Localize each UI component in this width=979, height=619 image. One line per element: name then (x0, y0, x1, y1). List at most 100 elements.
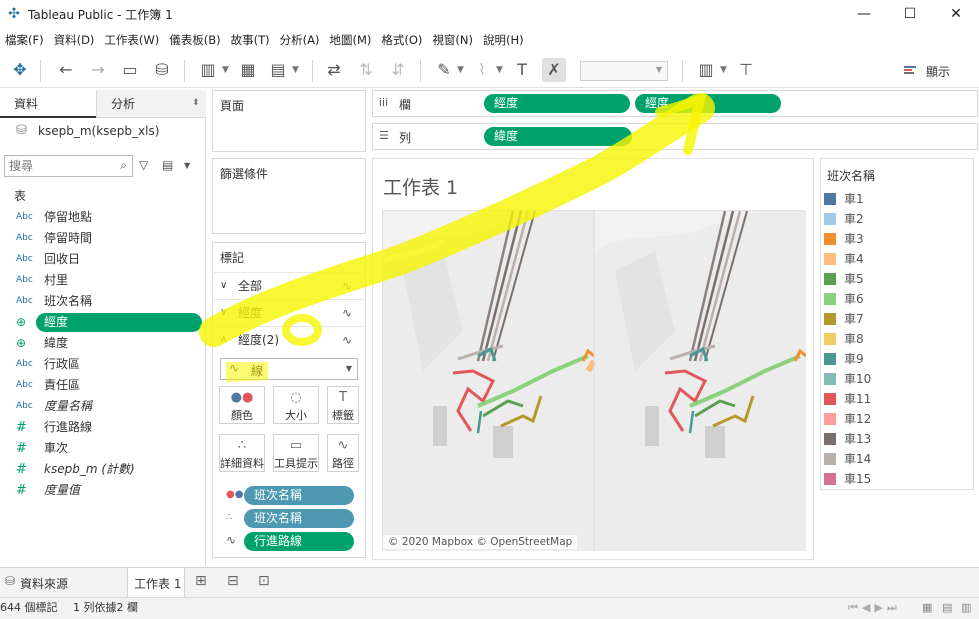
field-item[interactable]: ⊕ 經度 (0, 312, 206, 333)
chevron-down-icon[interactable]: ▼ (720, 58, 727, 82)
chevron-updown-icon[interactable]: ⬍ (192, 98, 200, 108)
chevron-down-icon[interactable]: ▼ (222, 58, 229, 82)
search-input-wrapper[interactable]: ⌕ (4, 155, 133, 177)
clear-sheet-icon[interactable]: ▤ (266, 58, 290, 82)
mark-type-select[interactable]: ∿ 線 ▼ (220, 358, 358, 380)
marks-all-row[interactable]: ∨ 全部 ∿ (214, 272, 364, 298)
legend-item[interactable]: 車2 (824, 209, 964, 229)
label-button[interactable]: T 標籤 (327, 386, 359, 424)
redo-icon[interactable]: → (86, 58, 110, 82)
new-worksheet-icon[interactable]: ▥ (196, 58, 220, 82)
color-button[interactable]: ●● 顏色 (219, 386, 265, 424)
group-members-icon[interactable]: ⌇ (470, 58, 494, 82)
menu-worksheet[interactable]: 工作表(W) (99, 30, 164, 50)
legend-item[interactable]: 車12 (824, 409, 964, 429)
view-options-icon[interactable]: ▤ (162, 158, 173, 172)
field-item[interactable]: Abc 停留地點 (0, 207, 206, 228)
filter-icon[interactable]: ▽ (139, 158, 148, 172)
fix-axes-icon[interactable]: ✗ (542, 58, 566, 82)
field-item[interactable]: Abc 停留時間 (0, 228, 206, 249)
detail-button[interactable]: ∴ 詳細資料 (219, 434, 265, 472)
swap-rows-columns-icon[interactable]: ⇄ (322, 58, 346, 82)
sheet-sorter-icon[interactable]: ▦ (922, 598, 932, 618)
legend-item[interactable]: 車3 (824, 229, 964, 249)
menu-analysis[interactable]: 分析(A) (275, 30, 325, 50)
field-item[interactable]: # 車次 (0, 438, 206, 459)
path-button[interactable]: ∿ 路徑 (327, 434, 359, 472)
legend-item[interactable]: 車6 (824, 289, 964, 309)
chevron-down-icon[interactable]: ▼ (496, 58, 503, 82)
menu-dashboard[interactable]: 儀表板(B) (164, 30, 225, 50)
minimize-button[interactable]: — (841, 0, 887, 28)
presentation-mode-icon[interactable]: ⊤ (734, 58, 758, 82)
legend-item[interactable]: 車7 (824, 309, 964, 329)
close-button[interactable]: ✕ (933, 0, 979, 28)
tab-data[interactable]: 資料 (0, 90, 96, 118)
pages-shelf[interactable]: 頁面 (212, 90, 366, 152)
chevron-down-icon[interactable]: ▼ (292, 58, 299, 82)
marks-longitude-row[interactable]: ∨ 經度 ∿ (214, 299, 364, 325)
menu-map[interactable]: 地圖(M) (324, 30, 376, 50)
duplicate-sheet-icon[interactable]: ▦ (236, 58, 260, 82)
legend-item[interactable]: 車4 (824, 249, 964, 269)
tooltip-button[interactable]: ▭ 工具提示 (273, 434, 319, 472)
menu-window[interactable]: 視窗(N) (427, 30, 478, 50)
field-item[interactable]: # 行進路線 (0, 417, 206, 438)
chevron-down-icon[interactable]: ▼ (457, 58, 464, 82)
size-button[interactable]: ◌ 大小 (273, 386, 319, 424)
tab-worksheet-1[interactable]: 工作表 1 (127, 568, 185, 597)
menu-story[interactable]: 故事(T) (226, 30, 275, 50)
legend-item[interactable]: 車1 (824, 189, 964, 209)
menu-help[interactable]: 說明(H) (478, 30, 529, 50)
legend-item[interactable]: 車11 (824, 389, 964, 409)
field-item[interactable]: ⊕ 緯度 (0, 333, 206, 354)
filters-shelf[interactable]: 篩選條件 (212, 158, 366, 234)
menu-format[interactable]: 格式(O) (376, 30, 427, 50)
show-me-button[interactable]: 顯示 (926, 63, 950, 80)
detail-pill[interactable]: 班次名稱 (244, 509, 354, 528)
field-item[interactable]: # ksepb_m (計數) (0, 459, 206, 480)
maximize-button[interactable]: ☐ (887, 0, 933, 28)
fit-select[interactable]: ▼ (580, 61, 668, 81)
path-pill[interactable]: 行進路線 (244, 532, 354, 551)
show-me-icon[interactable] (904, 66, 918, 76)
menu-data[interactable]: 資料(D) (49, 30, 100, 50)
new-worksheet-icon[interactable]: ⊞ (195, 573, 207, 589)
columns-pill-longitude[interactable]: 經度 (484, 94, 630, 113)
legend-item[interactable]: 車15 (824, 469, 964, 489)
tabs-view-icon[interactable]: ▥ (961, 598, 971, 618)
field-item[interactable]: Abc 班次名稱 (0, 291, 206, 312)
legend-item[interactable]: 車10 (824, 369, 964, 389)
sort-descending-icon[interactable]: ⇵ (386, 58, 410, 82)
field-item[interactable]: Abc 回收日 (0, 249, 206, 270)
columns-shelf[interactable]: iii 欄 經度 經度 (372, 90, 978, 117)
chevron-down-icon[interactable]: ▼ (184, 161, 190, 170)
sheet-navigation-icons[interactable]: ⏮◀▶⏭ (848, 598, 901, 618)
field-item[interactable]: # 度量值 (0, 480, 206, 501)
datasource-tab[interactable]: 資料來源 (20, 575, 68, 592)
datasource-name[interactable]: ksepb_m(ksepb_xls) (38, 124, 159, 138)
rows-shelf[interactable]: ☰ 列 緯度 (372, 123, 978, 150)
field-item[interactable]: Abc 行政區 (0, 354, 206, 375)
field-item[interactable]: Abc 責任區 (0, 375, 206, 396)
show-cards-icon[interactable]: ▥ (694, 58, 718, 82)
legend-item[interactable]: 車9 (824, 349, 964, 369)
legend-item[interactable]: 車5 (824, 269, 964, 289)
legend-item[interactable]: 車8 (824, 329, 964, 349)
map-view[interactable]: © 2020 Mapbox © OpenStreetMap (382, 210, 806, 551)
new-dashboard-icon[interactable]: ⊟ (227, 573, 239, 589)
rows-pill-latitude[interactable]: 緯度 (484, 127, 632, 146)
filmstrip-icon[interactable]: ▤ (942, 598, 952, 618)
new-story-icon[interactable]: ⊡ (258, 573, 270, 589)
field-item[interactable]: Abc 度量名稱 (0, 396, 206, 417)
field-item[interactable]: Abc 村里 (0, 270, 206, 291)
search-input[interactable] (9, 157, 109, 175)
legend-item[interactable]: 車13 (824, 429, 964, 449)
legend-item[interactable]: 車14 (824, 449, 964, 469)
undo-icon[interactable]: ← (54, 58, 78, 82)
highlight-pen-icon[interactable]: ✎ (432, 58, 456, 82)
columns-pill-longitude-2[interactable]: 經度 (635, 94, 781, 113)
tableau-home-icon[interactable]: ✥ (8, 58, 32, 82)
new-datasource-icon[interactable]: ⛁ (150, 58, 174, 82)
show-mark-labels-icon[interactable]: T (510, 58, 534, 82)
